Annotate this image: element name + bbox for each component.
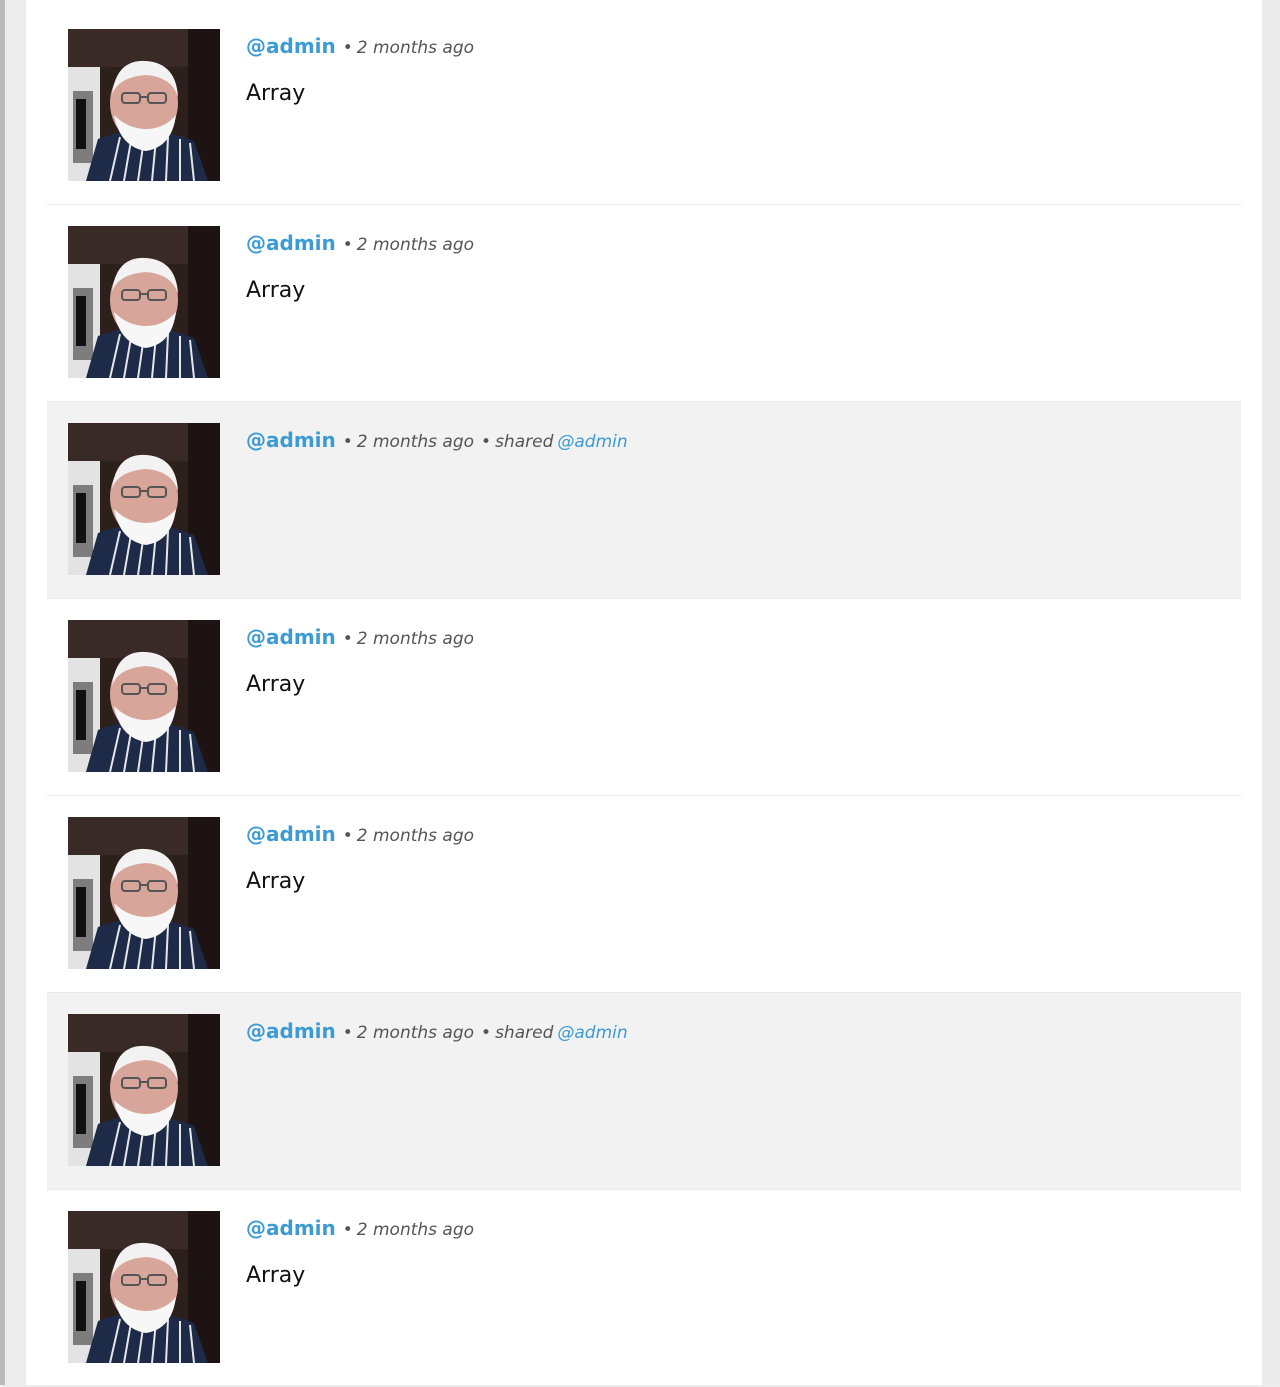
post-meta: @admin • 2 months ago • shared @admin bbox=[246, 425, 628, 457]
meta-separator: • bbox=[342, 235, 353, 255]
post-content: Array bbox=[246, 81, 306, 106]
post-timestamp: 2 months ago bbox=[356, 38, 475, 58]
shared-label: shared bbox=[495, 1023, 554, 1043]
user-avatar[interactable] bbox=[68, 29, 220, 181]
post-timestamp: 2 months ago bbox=[356, 629, 475, 649]
post-meta: @admin • 2 months ago bbox=[246, 1213, 474, 1245]
shared-label: shared bbox=[495, 432, 554, 452]
meta-separator: • bbox=[342, 38, 353, 58]
username-link[interactable]: @admin bbox=[246, 625, 336, 649]
window-left-edge bbox=[0, 0, 5, 1385]
post-timestamp: 2 months ago bbox=[356, 1220, 475, 1240]
post-timestamp: 2 months ago bbox=[356, 826, 475, 846]
feed-post-shared: @admin • 2 months ago • shared @admin bbox=[47, 993, 1241, 1190]
feed-post: @admin • 2 months ago Array bbox=[47, 1190, 1241, 1387]
feed-post: @admin • 2 months ago Array bbox=[47, 599, 1241, 796]
user-avatar[interactable] bbox=[68, 226, 220, 378]
post-timestamp: 2 months ago bbox=[356, 1023, 475, 1043]
shared-user-link[interactable]: @admin bbox=[557, 432, 627, 452]
post-meta: @admin • 2 months ago bbox=[246, 819, 474, 851]
meta-separator: • bbox=[342, 1023, 353, 1043]
feed-post-shared: @admin • 2 months ago • shared @admin bbox=[47, 402, 1241, 599]
username-link[interactable]: @admin bbox=[246, 1216, 336, 1240]
post-content: Array bbox=[246, 869, 306, 894]
meta-separator: • bbox=[342, 1220, 353, 1240]
username-link[interactable]: @admin bbox=[246, 1019, 336, 1043]
username-link[interactable]: @admin bbox=[246, 822, 336, 846]
activity-feed: @admin • 2 months ago Array @admin • 2 month… bbox=[47, 8, 1241, 1387]
meta-separator: • bbox=[342, 432, 353, 452]
shared-user-link[interactable]: @admin bbox=[557, 1023, 627, 1043]
username-link[interactable]: @admin bbox=[246, 34, 336, 58]
post-meta: @admin • 2 months ago • shared @admin bbox=[246, 1016, 628, 1048]
user-avatar[interactable] bbox=[68, 1211, 220, 1363]
feed-post: @admin • 2 months ago Array bbox=[47, 796, 1241, 993]
user-avatar[interactable] bbox=[68, 423, 220, 575]
meta-separator: • bbox=[481, 1023, 492, 1043]
feed-post: @admin • 2 months ago Array bbox=[47, 8, 1241, 205]
user-avatar[interactable] bbox=[68, 1014, 220, 1166]
post-meta: @admin • 2 months ago bbox=[246, 228, 474, 260]
meta-separator: • bbox=[342, 826, 353, 846]
user-avatar[interactable] bbox=[68, 620, 220, 772]
meta-separator: • bbox=[481, 432, 492, 452]
activity-panel: @admin • 2 months ago Array @admin • 2 month… bbox=[26, 0, 1262, 1387]
post-content: Array bbox=[246, 278, 306, 303]
post-timestamp: 2 months ago bbox=[356, 235, 475, 255]
post-content: Array bbox=[246, 672, 306, 697]
window-right-edge bbox=[1262, 0, 1280, 1385]
post-content: Array bbox=[246, 1263, 306, 1288]
meta-separator: • bbox=[342, 629, 353, 649]
post-meta: @admin • 2 months ago bbox=[246, 31, 474, 63]
post-timestamp: 2 months ago bbox=[356, 432, 475, 452]
post-meta: @admin • 2 months ago bbox=[246, 622, 474, 654]
feed-post: @admin • 2 months ago Array bbox=[47, 205, 1241, 402]
user-avatar[interactable] bbox=[68, 817, 220, 969]
username-link[interactable]: @admin bbox=[246, 428, 336, 452]
username-link[interactable]: @admin bbox=[246, 231, 336, 255]
